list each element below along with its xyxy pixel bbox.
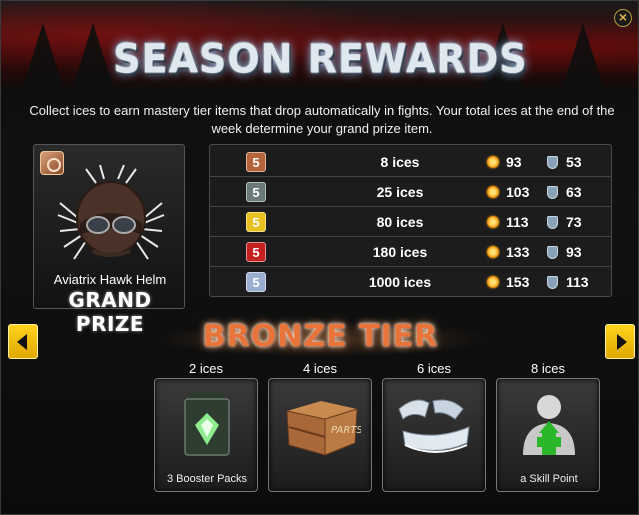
reward-card-skill-point[interactable]: a Skill Point bbox=[496, 378, 600, 492]
reward-cost: 8 ices bbox=[531, 361, 565, 376]
defense-value: 73 bbox=[566, 214, 582, 230]
attack-icon bbox=[487, 276, 499, 288]
shield-icon bbox=[547, 276, 558, 289]
season-rewards-dialog: SEASON REWARDS × Collect ices to earn ma… bbox=[0, 0, 639, 515]
defense-value: 93 bbox=[566, 244, 582, 260]
shield-icon bbox=[547, 156, 558, 169]
dialog-title: SEASON REWARDS bbox=[113, 35, 528, 83]
attack-icon bbox=[487, 156, 499, 168]
reward-label: a Skill Point bbox=[520, 473, 578, 485]
defense-value: 63 bbox=[566, 184, 582, 200]
attack-icon bbox=[487, 186, 499, 198]
tier-ices: 8 ices bbox=[380, 154, 420, 170]
armor-pieces-icon bbox=[398, 399, 470, 453]
tier-ices: 25 ices bbox=[376, 184, 424, 200]
reward-card-parts-crate[interactable]: PARTS bbox=[268, 378, 372, 492]
chevron-left-icon bbox=[17, 334, 27, 350]
tier-row: 5 8 ices 93 53 bbox=[210, 147, 611, 177]
attack-value: 103 bbox=[506, 184, 530, 200]
attack-icon bbox=[487, 216, 499, 228]
tier-row: 5 180 ices 133 93 bbox=[210, 237, 611, 267]
grand-prize-item-name: Aviatrix Hawk Helm bbox=[53, 272, 167, 287]
tier-badge-icon: 5 bbox=[246, 212, 266, 232]
close-button[interactable]: × bbox=[614, 9, 632, 27]
tier-badge-icon: 5 bbox=[246, 182, 266, 202]
attack-value: 93 bbox=[506, 154, 522, 170]
header-banner: SEASON REWARDS bbox=[1, 1, 638, 93]
defense-value: 113 bbox=[566, 274, 589, 290]
tier-ices: 180 ices bbox=[372, 244, 428, 260]
tier-table: 5 8 ices 93 53 5 25 ices 103 63 5 80 ice… bbox=[209, 144, 612, 297]
shield-icon bbox=[547, 246, 558, 259]
reward-cost: 4 ices bbox=[303, 361, 337, 376]
tier-row: 5 1000 ices 153 113 bbox=[210, 267, 611, 297]
next-tier-button[interactable] bbox=[605, 324, 635, 359]
reward-cost: 6 ices bbox=[417, 361, 451, 376]
reward-card-armor-pieces[interactable] bbox=[382, 378, 486, 492]
rewards-description: Collect ices to earn mastery tier items … bbox=[29, 103, 615, 136]
previous-tier-button[interactable] bbox=[8, 324, 38, 359]
close-icon: × bbox=[618, 9, 628, 25]
tier-badge-icon: 5 bbox=[246, 272, 266, 292]
parts-crate-icon: PARTS bbox=[286, 401, 361, 456]
reward-cost: 2 ices bbox=[189, 361, 223, 376]
aviator-helmet-icon bbox=[57, 164, 165, 260]
tier-row: 5 80 ices 113 73 bbox=[210, 207, 611, 237]
reward-card-booster-packs[interactable]: 3 Booster Packs bbox=[154, 378, 258, 492]
attack-icon bbox=[487, 246, 499, 258]
tier-badge-icon: 5 bbox=[246, 242, 266, 262]
attack-value: 133 bbox=[506, 244, 530, 260]
tier-badge-icon: 5 bbox=[246, 152, 266, 172]
svg-text:PARTS: PARTS bbox=[331, 425, 361, 436]
attack-value: 113 bbox=[506, 214, 529, 230]
reward-label: 3 Booster Packs bbox=[166, 473, 248, 485]
skill-point-icon bbox=[523, 395, 575, 455]
shield-icon bbox=[547, 186, 558, 199]
attack-value: 153 bbox=[506, 274, 530, 290]
booster-pack-icon bbox=[184, 393, 230, 456]
tier-ices: 80 ices bbox=[376, 214, 424, 230]
tier-row: 5 25 ices 103 63 bbox=[210, 177, 611, 207]
tier-ices: 1000 ices bbox=[368, 274, 432, 290]
shield-icon bbox=[547, 216, 558, 229]
grand-prize-card[interactable]: Aviatrix Hawk Helm GRAND PRIZE bbox=[33, 144, 185, 336]
defense-value: 53 bbox=[566, 154, 582, 170]
chevron-right-icon bbox=[617, 334, 627, 350]
current-tier-title: BRONZE TIER bbox=[202, 319, 439, 354]
